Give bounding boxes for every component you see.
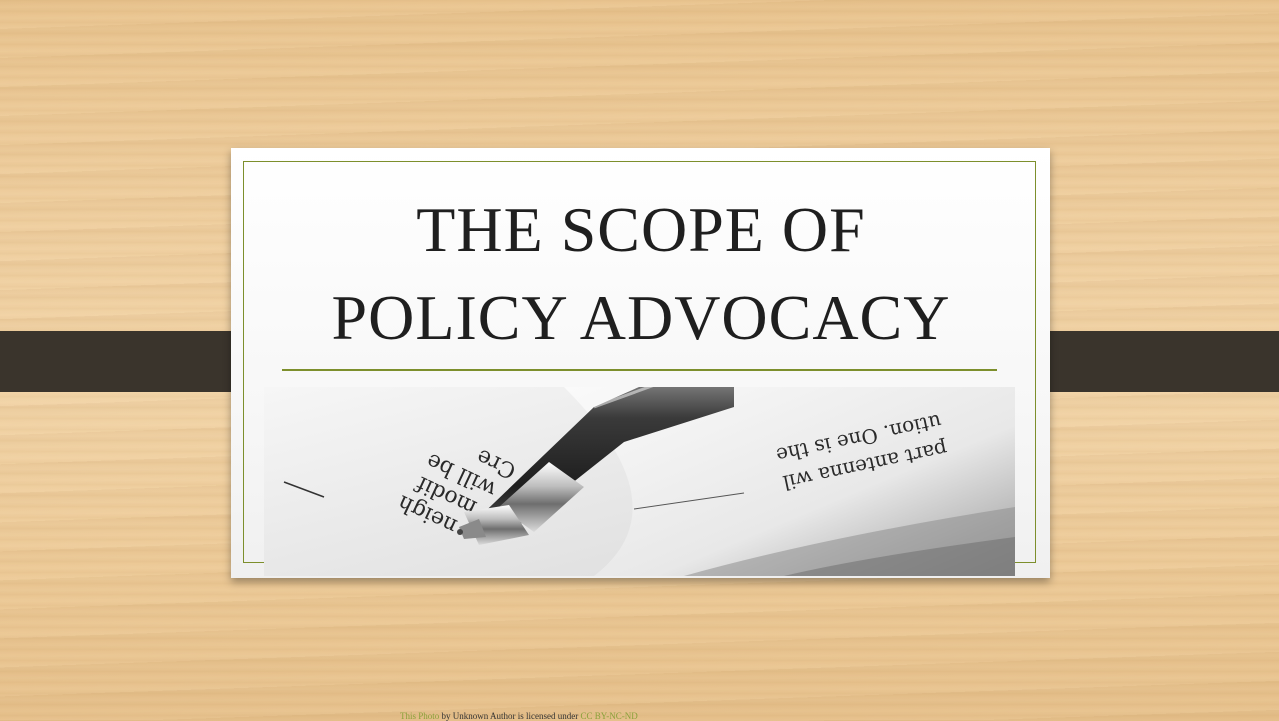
decorative-band-left — [0, 331, 258, 392]
title-line-1: THE SCOPE OF — [416, 194, 866, 265]
title-card: THE SCOPE OF POLICY ADVOCACY neigh modif… — [231, 148, 1050, 578]
slide-title[interactable]: THE SCOPE OF POLICY ADVOCACY — [261, 186, 1021, 362]
title-line-2: POLICY ADVOCACY — [331, 282, 951, 353]
decorative-band-right — [1022, 331, 1279, 392]
photo-illustration: neigh modif will be Cre part antenna wil… — [264, 387, 1015, 576]
pen-on-book-photo[interactable]: neigh modif will be Cre part antenna wil… — [264, 387, 1015, 576]
title-divider — [282, 369, 997, 371]
